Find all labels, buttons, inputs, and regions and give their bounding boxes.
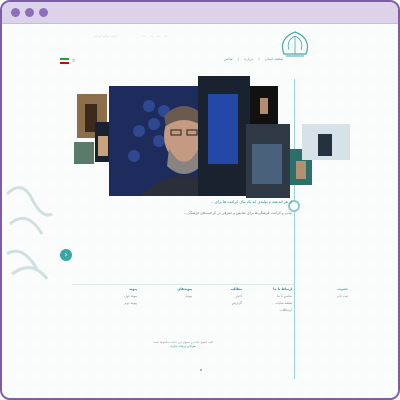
featured-summary: بیانی و کرامت فرهنگی‌ها برای نمایش و معر…: [183, 211, 292, 215]
nav-item-contact[interactable]: تماس: [224, 57, 233, 61]
nav-separator: |: [258, 57, 260, 61]
gallery-thumb-8[interactable]: [302, 124, 350, 160]
iran-flag-icon[interactable]: [60, 58, 69, 64]
side-heading: عضویت: [337, 287, 348, 291]
search-icon[interactable]: ⌕: [72, 57, 75, 65]
footer-column-heading: پیوند: [128, 287, 137, 291]
title-bar: [2, 2, 398, 24]
side-link[interactable]: ثبت نام: [314, 293, 348, 300]
footer-link[interactable]: پیوند اول: [77, 293, 137, 300]
footer-divider: [72, 284, 294, 285]
gallery-thumb-5[interactable]: [250, 86, 278, 126]
footer-column-heading: مطالب: [230, 287, 242, 291]
footer-column-2: مطالب اخبار گزارش: [202, 286, 242, 307]
gallery-thumb-4[interactable]: [198, 76, 250, 196]
copyright-text: کلیه حقوق مادی و معنوی این سایت محفوظ اس…: [72, 340, 294, 348]
header-tagline: 〰〰〰: [94, 33, 118, 41]
vertical-divider: [294, 79, 295, 379]
window-maximize-dot[interactable]: [39, 8, 48, 17]
footer-column-4: پیوند پیوند اول پیوند دوم: [77, 286, 137, 307]
nav-item-about[interactable]: درباره: [244, 57, 253, 61]
nav-item-home[interactable]: صفحه اصلی: [265, 57, 284, 61]
site-logo[interactable]: [274, 30, 316, 60]
side-membership-box: عضویت ثبت نام: [314, 286, 348, 300]
next-arrow-button[interactable]: ›: [60, 249, 72, 261]
calligraphy-decoration: [5, 186, 53, 280]
header-tagline-2: ∼∼∼∼: [142, 33, 171, 40]
footer-link[interactable]: گزارش: [202, 300, 242, 307]
footer-column-heading: ارتباط با ما: [273, 287, 292, 291]
window-minimize-dot[interactable]: [25, 8, 34, 17]
footer-link[interactable]: تماس با ما: [252, 293, 292, 300]
bottom-dot: [200, 369, 202, 371]
browser-window: 〰〰〰 ∼∼∼∼ صفحه اصلی | درباره | تماس ⌕ از …: [0, 0, 400, 400]
window-close-dot[interactable]: [11, 8, 20, 17]
footer-link[interactable]: ارتباطات: [252, 307, 292, 314]
designer-link[interactable]: طراحی و پیاده سازی: [72, 344, 294, 348]
footer-link[interactable]: پیوند: [142, 293, 192, 300]
gallery-thumb-6[interactable]: [246, 124, 290, 198]
web-page: 〰〰〰 ∼∼∼∼ صفحه اصلی | درباره | تماس ⌕ از …: [2, 24, 398, 398]
footer-link[interactable]: اخبار: [202, 293, 242, 300]
top-navigation: صفحه اصلی | درباره | تماس: [222, 57, 285, 61]
footer-link[interactable]: نقشه سایت: [252, 300, 292, 307]
footer-column-1: ارتباط با ما تماس با ما نقشه سایت ارتباط…: [252, 286, 292, 314]
nav-separator: |: [237, 57, 239, 61]
footer-link[interactable]: پیوند دوم: [77, 300, 137, 307]
gallery-thumb-3[interactable]: [74, 142, 94, 164]
footer-column-heading: پیوندهای: [177, 287, 192, 291]
featured-headline[interactable]: از هر اندیشه و تولیدی که یک بیان کرامت ه…: [62, 199, 292, 204]
footer-column-3: پیوندهای پیوند: [142, 286, 192, 300]
